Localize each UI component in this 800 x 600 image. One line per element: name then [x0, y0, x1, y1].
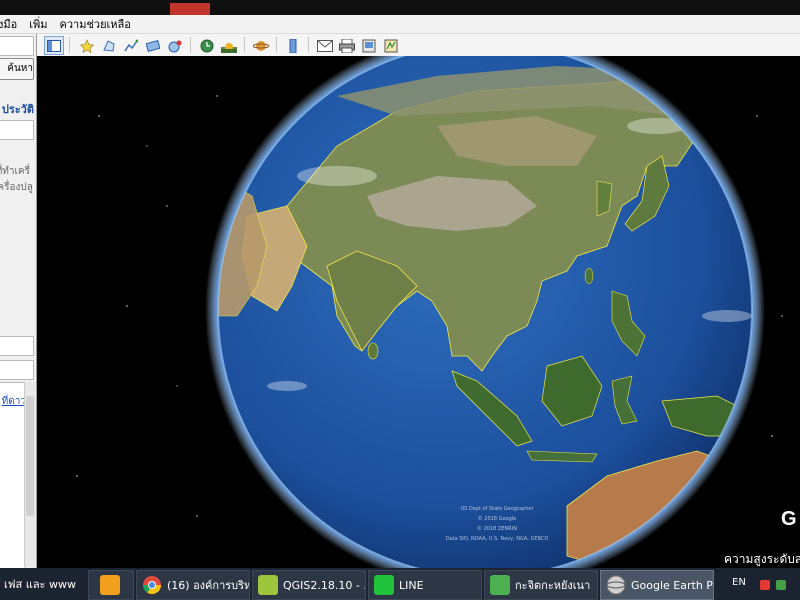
sunlight-icon	[221, 42, 237, 53]
toolbar	[37, 34, 800, 57]
scrollbar-thumb[interactable]	[26, 396, 34, 516]
toolbar-separator	[190, 37, 191, 53]
taskbar-item-label: (16) องค์การบริห...	[167, 579, 250, 592]
add-placemark-button[interactable]	[77, 36, 97, 55]
email-icon	[317, 39, 333, 52]
menu-add[interactable]: เพิ่ม	[23, 15, 53, 33]
history-label[interactable]: ประวัติ	[0, 100, 34, 118]
taskbar-item-label: QGIS2.18.10 - ...	[283, 578, 366, 592]
toolbar-separator	[69, 37, 70, 53]
places-list[interactable]	[0, 382, 26, 568]
google-earth-icon	[606, 575, 626, 595]
toolbar-separator	[276, 37, 277, 53]
search-input[interactable]	[0, 36, 34, 56]
places-header-field[interactable]	[0, 336, 34, 356]
email-button[interactable]	[315, 36, 335, 55]
contacts-icon	[490, 575, 510, 595]
attribution-line: US Dept of State Geographer	[460, 506, 534, 512]
imagery-attribution: US Dept of State Geographer © 2018 Googl…	[417, 504, 577, 544]
taskbar-item-media-player[interactable]	[88, 570, 134, 600]
historical-imagery-icon	[200, 39, 214, 52]
earth-viewport[interactable]: US Dept of State Geographer © 2018 Googl…	[37, 56, 800, 568]
polygon-icon	[103, 39, 115, 52]
hint-line: ที่ทำเครื่	[0, 166, 30, 177]
sunlight-button[interactable]	[219, 36, 239, 55]
menu-tools[interactable]: งมือ	[0, 15, 23, 33]
overlay-icon	[146, 39, 160, 52]
planets-icon	[253, 40, 269, 51]
globe-view[interactable]	[37, 56, 800, 568]
taskbar-item-label: กะจิตกะหยังเนา	[515, 579, 591, 592]
places-filter-field[interactable]	[0, 360, 34, 380]
taskbar-left-label: เฟส และ www	[4, 578, 76, 591]
sidebar-toggle-icon	[47, 39, 61, 52]
path-icon	[124, 39, 138, 51]
placemark-icon	[80, 38, 94, 53]
altitude-readout: ความสูงระดับส	[724, 552, 800, 566]
hint-text: ที่ทำเครื่ เครื่องปลู	[0, 164, 33, 196]
ruler-button[interactable]	[283, 36, 303, 55]
window-top-strip	[0, 0, 800, 15]
taskbar-item-line[interactable]: LINE	[368, 570, 482, 600]
save-image-button[interactable]	[359, 36, 379, 55]
historical-imagery-button[interactable]	[197, 36, 217, 55]
sidebar-toggle-button[interactable]	[44, 36, 64, 55]
taskbar-item-label: LINE	[399, 578, 424, 592]
menu-bar: งมือ เพิ่ม ความช่วยเหลือ	[0, 15, 800, 34]
media-player-icon	[100, 575, 120, 595]
toolbar-separator	[244, 37, 245, 53]
chrome-icon	[143, 576, 161, 595]
red-window-tab[interactable]	[170, 3, 210, 15]
system-tray: EN	[722, 570, 800, 598]
tray-line-icon[interactable]	[776, 580, 786, 590]
menu-help[interactable]: ความช่วยเหลือ	[54, 15, 137, 33]
save-image-icon	[362, 39, 376, 52]
view-in-maps-icon	[384, 39, 398, 52]
attribution-line: © 2018 Google	[477, 516, 517, 522]
sidebar-panel: ค้นหา ประวัติ ที่ทำเครื่ เครื่องปลู ที่ด…	[0, 34, 37, 568]
taskbar-item-contacts[interactable]: กะจิตกะหยังเนา	[484, 570, 598, 600]
language-indicator[interactable]: EN	[732, 577, 746, 588]
print-button[interactable]	[337, 36, 357, 55]
add-polygon-button[interactable]	[99, 36, 119, 55]
add-path-button[interactable]	[121, 36, 141, 55]
planets-button[interactable]	[251, 36, 271, 55]
add-overlay-button[interactable]	[143, 36, 163, 55]
print-icon	[339, 38, 355, 53]
record-tour-button[interactable]	[165, 36, 185, 55]
taskbar-item-chrome[interactable]: (16) องค์การบริห...	[136, 570, 250, 600]
hint-line: เครื่องปลู	[0, 182, 33, 193]
taskbar-item-qgis[interactable]: QGIS2.18.10 - ...	[252, 570, 366, 600]
attribution-line: © 2018 ZENRIN	[477, 526, 517, 532]
tray-app-icon[interactable]	[760, 580, 770, 590]
google-logo: G	[781, 508, 797, 530]
taskbar: เฟส และ www (16) องค์การบริห... QGIS2.18…	[0, 568, 800, 600]
toolbar-separator	[308, 37, 309, 53]
attribution-line: Data SIO, NOAA, U.S. Navy, NGA, GEBCO	[445, 536, 549, 542]
taskbar-item-label: Google Earth Pro	[631, 578, 713, 592]
view-in-maps-button[interactable]	[381, 36, 401, 55]
record-tour-icon	[168, 40, 182, 52]
line-icon	[374, 575, 394, 595]
places-link[interactable]: ที่ดาว	[0, 394, 26, 409]
qgis-icon	[258, 575, 278, 595]
search-button[interactable]: ค้นหา	[0, 58, 34, 80]
history-field[interactable]	[0, 120, 34, 140]
ruler-icon	[289, 38, 297, 53]
taskbar-item-google-earth[interactable]: Google Earth Pro	[600, 570, 714, 600]
taskbar-left-item[interactable]: เฟส และ www	[0, 570, 90, 598]
places-scrollbar[interactable]	[24, 382, 35, 567]
